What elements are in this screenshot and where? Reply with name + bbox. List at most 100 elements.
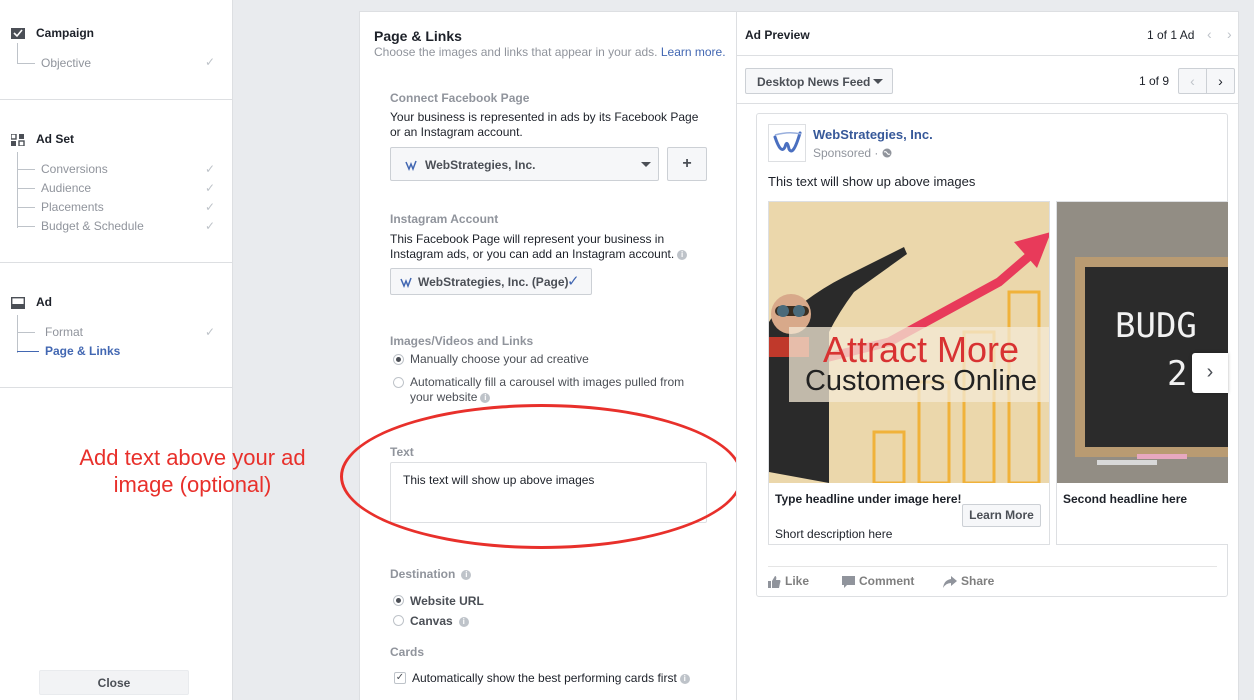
like-label: Like — [785, 574, 810, 588]
best-cards-label[interactable]: Automatically show the best performing c… — [412, 671, 690, 685]
tree-line — [17, 188, 35, 189]
auto-carousel-text: Automatically fill a carousel with image… — [410, 375, 685, 404]
divider — [737, 55, 1239, 56]
placement-select[interactable]: Desktop News Feed — [745, 68, 893, 94]
sidebar-section-adset: Ad Set Conversions Audience Placements B… — [0, 100, 233, 263]
images-label: Images/Videos and Links — [390, 334, 534, 348]
learn-more-link[interactable]: Learn more. — [661, 45, 726, 59]
card1-headline: Type headline under image here! — [775, 492, 962, 506]
facebook-page-select[interactable]: WebStrategies, Inc. — [390, 147, 659, 181]
page-name-link[interactable]: WebStrategies, Inc. — [813, 127, 933, 142]
ad-count: 1 of 1 Ad — [1147, 28, 1195, 42]
sidebar-item-placements[interactable]: Placements — [41, 200, 104, 214]
sponsored-label: Sponsored · — [813, 146, 892, 160]
comment-label: Comment — [859, 574, 915, 588]
destination-label-text: Destination — [390, 567, 456, 581]
preview-pager-count: 1 of 9 — [1139, 74, 1170, 88]
like-button[interactable]: Like — [768, 574, 809, 588]
check-icon: ✓ — [205, 55, 216, 69]
canvas-radio[interactable] — [393, 615, 404, 626]
learn-more-button[interactable]: Learn More — [962, 504, 1041, 527]
sidebar-item-conversions[interactable]: Conversions — [41, 162, 108, 176]
webstrategies-logo-icon — [769, 125, 805, 161]
instagram-desc-text: This Facebook Page will represent your b… — [390, 232, 675, 261]
connect-page-label: Connect Facebook Page — [390, 91, 530, 105]
text-label: Text — [390, 445, 414, 459]
check-icon: ✓ — [205, 325, 216, 339]
placement-value: Desktop News Feed — [757, 75, 871, 89]
website-url-label[interactable]: Website URL — [410, 594, 710, 609]
info-icon[interactable]: i — [458, 616, 469, 627]
image-text-year: 2 — [1167, 354, 1187, 394]
sidebar-heading-adset[interactable]: Ad Set — [36, 132, 74, 146]
tree-line — [17, 63, 35, 64]
check-icon: ✓ — [205, 219, 216, 233]
sidebar: Campaign Objective ✓ Ad Set Conversions … — [0, 0, 233, 700]
chevron-right-icon[interactable]: › — [1227, 26, 1232, 42]
comment-button[interactable]: Comment — [842, 574, 914, 588]
thumbs-up-icon — [768, 575, 781, 588]
check-icon: ✓ — [205, 162, 216, 176]
instagram-desc: This Facebook Page will represent your b… — [390, 232, 708, 262]
info-icon[interactable]: i — [677, 249, 688, 260]
ad-text-input[interactable]: This text will show up above images — [390, 462, 707, 523]
share-button[interactable]: Share — [943, 574, 994, 588]
check-icon: ✓ — [205, 200, 216, 214]
instagram-account-select[interactable]: WebStrategies, Inc. (Page) ✓ — [390, 268, 592, 295]
ad-image-1: Attract More Customers Online — [769, 202, 1049, 483]
card1-description: Short description here — [775, 527, 893, 541]
globe-icon — [882, 148, 892, 158]
image-text-budget: BUDG — [1115, 306, 1197, 346]
webstrategies-logo-icon — [405, 160, 417, 171]
campaign-icon — [11, 28, 25, 39]
auto-carousel-radio[interactable] — [393, 377, 404, 388]
canvas-label[interactable]: Canvas i — [410, 614, 710, 629]
preview-title: Ad Preview — [745, 28, 810, 42]
add-page-button[interactable]: + — [667, 147, 707, 181]
info-icon[interactable]: i — [679, 673, 690, 684]
sidebar-heading-ad[interactable]: Ad — [36, 295, 52, 309]
page-subtitle: Choose the images and links that appear … — [374, 45, 726, 59]
sidebar-item-format[interactable]: Format — [45, 325, 83, 339]
close-button[interactable]: Close — [39, 670, 189, 695]
website-url-radio[interactable] — [393, 595, 404, 606]
info-icon[interactable]: i — [461, 569, 472, 580]
page-title: Page & Links — [374, 28, 462, 44]
tree-line — [17, 43, 18, 63]
cards-label: Cards — [390, 645, 425, 659]
chevron-down-icon — [641, 162, 651, 167]
ad-icon — [11, 297, 25, 309]
connect-page-desc: Your business is represented in ads by i… — [390, 110, 699, 139]
sidebar-item-audience[interactable]: Audience — [41, 181, 91, 195]
adset-icon — [11, 134, 25, 146]
share-icon — [943, 575, 957, 588]
previous-preview-button[interactable]: ‹ — [1178, 68, 1207, 94]
next-preview-button[interactable]: › — [1206, 68, 1235, 94]
best-cards-text: Automatically show the best performing c… — [412, 671, 677, 685]
image-headline-line2: Customers Online — [805, 365, 1037, 397]
auto-carousel-label[interactable]: Automatically fill a carousel with image… — [410, 375, 700, 405]
chevron-down-icon — [873, 79, 883, 84]
page-avatar — [768, 124, 806, 162]
sidebar-item-page-links[interactable]: Page & Links — [45, 344, 120, 358]
manual-creative-radio[interactable] — [393, 354, 404, 365]
tree-line — [17, 315, 18, 353]
chevron-left-icon[interactable]: ‹ — [1207, 26, 1212, 42]
tree-line — [17, 169, 35, 170]
card2-headline: Second headline here — [1063, 492, 1188, 506]
best-cards-checkbox[interactable]: ✓ — [394, 672, 406, 684]
tree-line — [17, 226, 35, 227]
sidebar-item-budget-schedule[interactable]: Budget & Schedule — [41, 219, 144, 233]
tree-line — [17, 207, 35, 208]
sidebar-heading-campaign[interactable]: Campaign — [36, 26, 94, 40]
subtitle-text: Choose the images and links that appear … — [374, 45, 658, 59]
top-strip — [359, 0, 1239, 11]
manual-creative-label[interactable]: Manually choose your ad creative — [410, 352, 710, 367]
carousel-card-1[interactable]: Attract More Customers Online Type headl… — [768, 201, 1050, 545]
info-icon[interactable]: i — [480, 392, 491, 403]
tree-line — [17, 332, 35, 333]
sidebar-section-campaign: Campaign Objective ✓ — [0, 0, 233, 100]
checkmark-icon: ✓ — [567, 273, 580, 290]
sidebar-item-objective[interactable]: Objective — [41, 56, 91, 70]
carousel-next-button[interactable]: › — [1192, 353, 1228, 393]
